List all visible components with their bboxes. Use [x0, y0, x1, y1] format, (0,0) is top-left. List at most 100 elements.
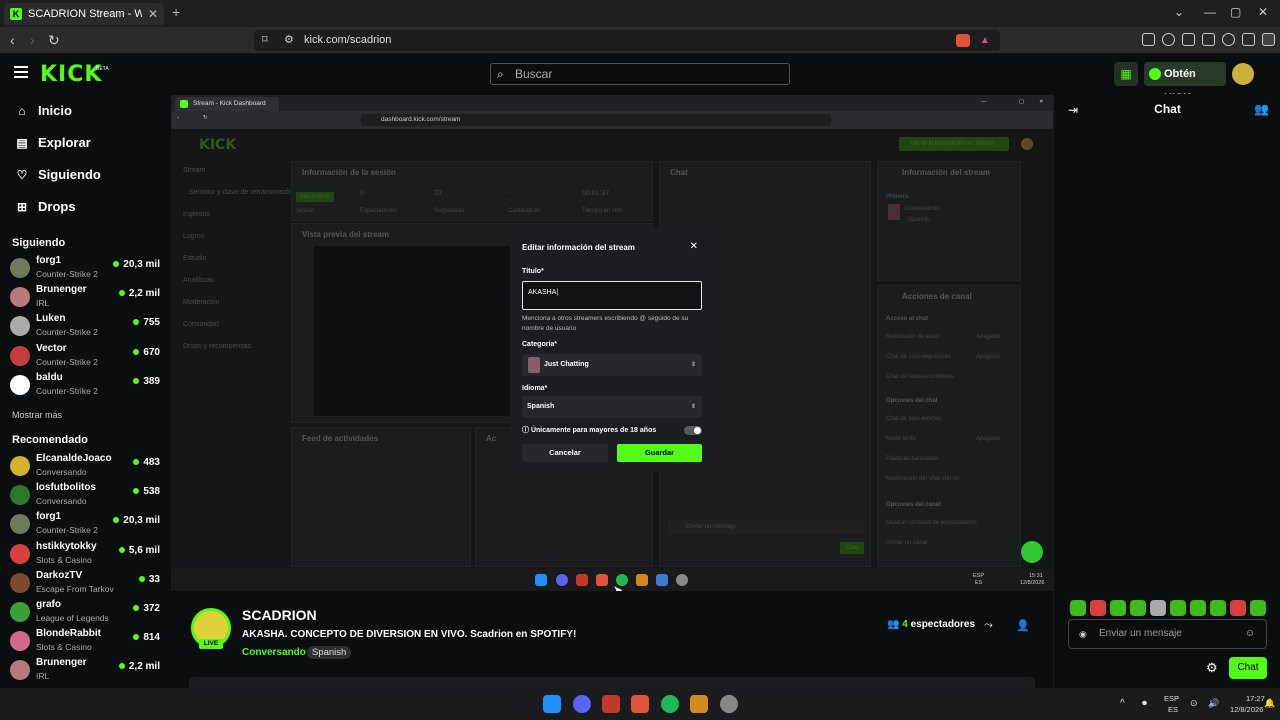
inner-kick-logo: KICK [199, 137, 237, 153]
minimize-icon[interactable]: — [1204, 5, 1216, 19]
stream-info-thumb [888, 204, 900, 220]
tray-lang[interactable]: ESP [1164, 694, 1179, 703]
windows-start-icon[interactable] [543, 695, 561, 713]
channel-viewers: 33 [139, 574, 160, 585]
extensions-icon[interactable] [1142, 33, 1155, 46]
channel-name[interactable]: SCADRION [242, 607, 317, 623]
save-button[interactable]: Guardar [617, 444, 702, 462]
notification-icon[interactable]: 🔔 [1264, 698, 1275, 709]
channel-category: Escape From Tarkov [36, 583, 114, 594]
browser-tab[interactable]: K SCADRION Stream - Watch Live ✕ [4, 3, 164, 25]
maximize-icon[interactable]: ▢ [1230, 5, 1241, 19]
stream-info-primary: Primera [886, 194, 909, 200]
new-tab-icon[interactable]: + [172, 4, 180, 20]
emote-icon[interactable] [1230, 600, 1246, 616]
chat-badge-icon[interactable]: ◉ [1079, 620, 1087, 648]
chat-access-heading: Acceso al chat [886, 316, 929, 322]
spotify-icon[interactable] [661, 695, 679, 713]
search-input[interactable]: ⌕ Buscar [490, 63, 790, 85]
sidebar-item-drops[interactable]: ⊞ Drops [16, 199, 76, 214]
app-icon[interactable] [602, 695, 620, 713]
emote-icon[interactable] [1130, 600, 1146, 616]
vpn-icon[interactable] [1242, 33, 1255, 46]
clock-date[interactable]: 12/8/2026 [1230, 705, 1263, 714]
steam-icon[interactable] [720, 695, 738, 713]
fl-studio-icon[interactable] [690, 695, 708, 713]
brave-rewards-icon[interactable]: ▲ [980, 30, 990, 51]
emoji-icon[interactable]: ☺ [1245, 620, 1255, 648]
forward-icon[interactable]: › [30, 32, 35, 48]
sidebar-channel-item[interactable]: Brunenger IRL 2,2 mil [10, 283, 160, 311]
reload-icon[interactable]: ↻ [48, 32, 60, 49]
inner-toolbar: ‹ ↻ dashboard.kick.com/stream [171, 111, 1053, 129]
sidebar-channel-item[interactable]: hstikkytokky Slots & Casino 5,6 mil [10, 540, 160, 568]
session-stat-label: Cantidad de [508, 208, 541, 214]
volume-icon[interactable]: 🔊 [1208, 698, 1219, 709]
emote-icon[interactable] [1170, 600, 1186, 616]
sidebar-channel-item[interactable]: losfutbolitos Conversando 538 [10, 481, 160, 509]
emote-icon[interactable] [1090, 600, 1106, 616]
clock-time[interactable]: 17:27 [1246, 694, 1265, 703]
chat-users-icon[interactable]: 👥 [1254, 102, 1269, 116]
language-select[interactable]: Spanish ⇕ [522, 396, 702, 418]
close-window-icon[interactable]: ✕ [1258, 5, 1268, 19]
microphone-icon[interactable]: ⏺ [1142, 698, 1147, 709]
sidebar-channel-item[interactable]: ElcanaldeJoaco Conversando 483 [10, 452, 160, 480]
network-icon[interactable]: ⊙ [1190, 698, 1198, 709]
sidebar-channel-item[interactable]: baldu Counter-Strike 2 389 [10, 371, 160, 399]
stream-title-input[interactable]: AKASHA| [522, 281, 702, 310]
brave-shield-icon[interactable] [956, 34, 970, 47]
user-avatar[interactable] [1232, 63, 1254, 85]
bookmark-icon[interactable]: ⌑ [262, 30, 268, 51]
share-icon[interactable]: ⤳ [984, 619, 993, 632]
music-icon[interactable] [1162, 33, 1175, 46]
sidebar-item-following[interactable]: ♡ Siguiendo [16, 167, 101, 182]
sidebar-channel-item[interactable]: BlondeRabbit Slots & Casino 814 [10, 627, 160, 655]
tab-search-icon[interactable]: ⌄ [1174, 5, 1184, 19]
follow-user-icon[interactable]: 👤 [1016, 619, 1030, 632]
sidebar-channel-item[interactable]: Vector Counter-Strike 2 670 [10, 342, 160, 370]
sidebar-toggle-icon[interactable] [1182, 33, 1195, 46]
emote-icon[interactable] [1070, 600, 1086, 616]
emote-icon[interactable] [1250, 600, 1266, 616]
back-icon[interactable]: ‹ [10, 32, 15, 48]
sidebar-item-explore[interactable]: ▤ Explorar [16, 135, 90, 150]
site-info-icon[interactable]: ⚙ [284, 30, 294, 51]
kick-logo[interactable]: KICK [40, 62, 102, 87]
hamburger-menu-icon[interactable] [14, 66, 28, 81]
emote-icon[interactable] [1150, 600, 1166, 616]
stream-category-link[interactable]: Conversando [242, 647, 306, 658]
cancel-button[interactable]: Cancelar [522, 444, 608, 462]
address-bar[interactable]: ⌑ ⚙ kick.com/scadrion ▲ [254, 30, 1000, 51]
channel-viewers: 538 [133, 486, 160, 497]
stream-video[interactable]: Stream - Kick Dashboard — ▢ ✕ ‹ ↻ dashbo… [171, 95, 1053, 591]
dashboard-icon[interactable]: ▦ [1114, 62, 1138, 86]
category-select[interactable]: Just Chatting ⇕ [522, 354, 702, 376]
sidebar-channel-item[interactable]: Brunenger IRL 2,2 mil [10, 656, 160, 684]
emote-icon[interactable] [1210, 600, 1226, 616]
language-tag[interactable]: Spanish [307, 646, 352, 659]
chat-settings-gear-icon[interactable]: ⚙ [1206, 660, 1218, 676]
tray-overflow-icon[interactable]: ^ [1120, 698, 1125, 709]
age-restriction-toggle[interactable] [684, 426, 702, 435]
sidebar-channel-item[interactable]: Luken Counter-Strike 2 755 [10, 312, 160, 340]
sidebar-channel-item[interactable]: grafo League of Legends 372 [10, 598, 160, 626]
age-restriction-row: ⓘ Únicamente para mayores de 18 años [522, 425, 656, 435]
close-tab-icon[interactable]: ✕ [148, 7, 158, 21]
chat-send-button[interactable]: Chat [1229, 657, 1267, 679]
sidebar-channel-item[interactable]: forg1 Counter-Strike 2 20,3 mil [10, 510, 160, 538]
modal-close-icon[interactable]: ✕ [690, 241, 698, 252]
sidebar-channel-item[interactable]: forg1 Counter-Strike 2 20,3 mil [10, 254, 160, 282]
emote-icon[interactable] [1110, 600, 1126, 616]
get-kicks-button[interactable]: Obtén KICKs [1144, 62, 1226, 104]
wallet-icon[interactable] [1202, 33, 1215, 46]
leo-ai-icon[interactable] [1222, 33, 1235, 46]
show-more-link[interactable]: Mostrar más [12, 410, 62, 420]
emote-icon[interactable] [1190, 600, 1206, 616]
sidebar-channel-item[interactable]: DarkozTV Escape From Tarkov 33 [10, 569, 160, 597]
sidebar-item-home[interactable]: ⌂ Inicio [16, 103, 72, 118]
menu-icon[interactable] [1262, 33, 1275, 46]
brave-icon[interactable] [631, 695, 649, 713]
chat-message-input[interactable]: ◉ Enviar un mensaje ☺ [1068, 619, 1267, 649]
discord-icon[interactable] [573, 695, 591, 713]
